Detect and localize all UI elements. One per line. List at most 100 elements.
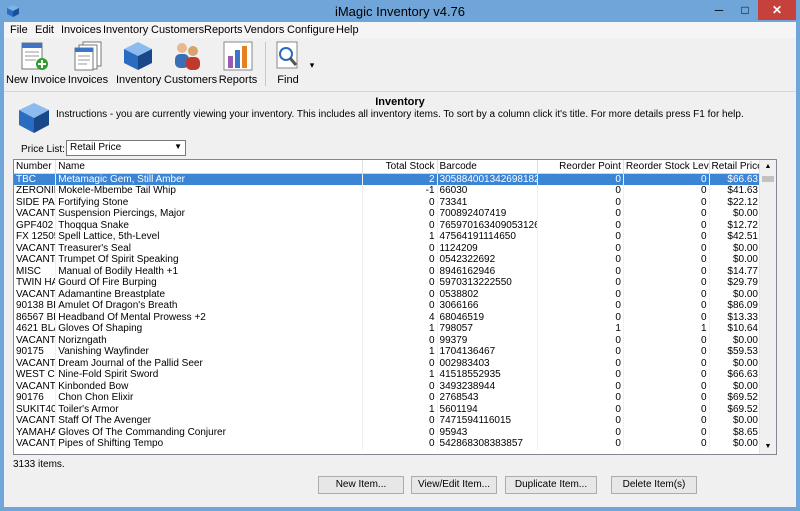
table-cell: VACANT bbox=[14, 254, 57, 266]
scroll-down-icon[interactable]: ▼ bbox=[760, 440, 776, 454]
table-row[interactable]: VACANT Kinbonded Bow 0 3493238944 0 0 $0.00 bbox=[14, 380, 762, 392]
table-cell: 0 bbox=[362, 208, 438, 220]
table-row[interactable]: VACANT Pipes of Shifting Tempo 0 5428683083… bbox=[14, 438, 762, 450]
table-cell: 0 bbox=[623, 231, 710, 243]
find-magnifier-icon bbox=[276, 41, 298, 69]
table-cell: 90138 BL bbox=[14, 300, 57, 312]
table-cell: 3058840013426981825 bbox=[437, 173, 539, 185]
column-barcode[interactable]: Barcode bbox=[437, 160, 539, 174]
table-cell: 0 bbox=[362, 357, 438, 369]
table-cell: 5601194 bbox=[437, 403, 539, 415]
item-count: 3133 items. bbox=[13, 459, 65, 470]
table-cell: 99379 bbox=[437, 334, 539, 346]
table-row[interactable]: 90175 Vanishing Wayfinder 1 1704136467 0 0 $59… bbox=[14, 346, 762, 358]
table-cell: GPF402 bbox=[14, 219, 57, 231]
table-row[interactable]: WEST CONine-Fold Spirit Sword14151855293… bbox=[14, 369, 762, 381]
reports-label: Reports bbox=[218, 74, 258, 86]
table-row[interactable]: SIDE PANFortifying Stone07334100$22.12 bbox=[14, 196, 762, 208]
close-button[interactable]: ✕ bbox=[758, 0, 796, 20]
find-dropdown-icon[interactable]: ▾ bbox=[306, 60, 318, 72]
menu-help[interactable]: Help bbox=[336, 24, 359, 36]
table-row[interactable]: TWIN HA Gourd Of Fire Burping 0 59703132225… bbox=[14, 277, 762, 289]
table-cell: 0 bbox=[623, 300, 710, 312]
table-row[interactable]: 4621 BLA Gloves Of Shaping 1 798057 1 1 $10.64 bbox=[14, 323, 762, 335]
table-cell: 0 bbox=[537, 208, 624, 220]
find-button[interactable]: Find bbox=[270, 40, 306, 90]
column-reorder-stock-level[interactable]: Reorder Stock Level bbox=[623, 160, 710, 174]
table-row[interactable]: YAMAHA Gloves Of The Commanding Conjurer 0… bbox=[14, 426, 762, 438]
table-cell: 0542322692 bbox=[437, 254, 539, 266]
menu-reports[interactable]: Reports bbox=[204, 24, 243, 36]
menu-customers[interactable]: Customers bbox=[151, 24, 204, 36]
table-cell: 2 bbox=[362, 173, 438, 185]
table-row[interactable]: ZERONINMokele-Mbembe Tail Whip-16603000$… bbox=[14, 185, 762, 197]
table-row[interactable]: VACANT Suspension Piercings, Major 0 700892… bbox=[14, 208, 762, 220]
inventory-button[interactable]: Inventory bbox=[116, 40, 161, 90]
table-row[interactable]: GPF402 Thoqqua Snake 0 765970163409053126 0 0… bbox=[14, 219, 762, 231]
table-cell: 0 bbox=[623, 265, 710, 277]
table-cell: VACANT bbox=[14, 334, 57, 346]
menu-edit[interactable]: Edit bbox=[35, 24, 54, 36]
scroll-thumb[interactable] bbox=[762, 176, 774, 182]
table-cell: Kinbonded Bow bbox=[55, 380, 363, 392]
window-title: iMagic Inventory v4.76 bbox=[334, 4, 466, 19]
table-row[interactable]: 90176 Chon Chon Elixir 0 2768543 0 0 $69.52 bbox=[14, 392, 762, 404]
price-list-select[interactable]: Retail Price ▼ bbox=[66, 140, 186, 156]
table-cell: 0 bbox=[537, 311, 624, 323]
column-total-stock[interactable]: Total Stock bbox=[362, 160, 438, 174]
table-row[interactable]: MISC Manual of Bodily Health +1 0 894616294… bbox=[14, 265, 762, 277]
table-cell: -1 bbox=[362, 185, 438, 197]
column-number[interactable]: Number bbox=[14, 160, 57, 174]
table-cell: 0 bbox=[623, 242, 710, 254]
maximize-button[interactable]: □ bbox=[732, 0, 758, 20]
table-row[interactable]: SUKIT407Toiler's Armor1560119400$69.52 bbox=[14, 403, 762, 415]
table-row[interactable]: 86567 BL Headband Of Mental Prowess +2 4 68… bbox=[14, 311, 762, 323]
delete-items-button[interactable]: Delete Item(s) bbox=[611, 476, 697, 494]
minimize-button[interactable]: ─ bbox=[706, 0, 732, 20]
table-row[interactable]: FX 12505 Spell Lattice, 5th-Level 1 4756419… bbox=[14, 231, 762, 243]
title-bar[interactable]: iMagic Inventory v4.76 ─ □ ✕ bbox=[0, 0, 800, 22]
table-row[interactable]: VACANT Trumpet Of Spirit Speaking 0 0542322… bbox=[14, 254, 762, 266]
view-edit-item-button[interactable]: View/Edit Item... bbox=[411, 476, 497, 494]
table-row[interactable]: 90138 BL Amulet Of Dragon's Breath 0 306616… bbox=[14, 300, 762, 312]
invoices-button[interactable]: Invoices bbox=[66, 40, 110, 90]
menu-inventory[interactable]: Inventory bbox=[103, 24, 148, 36]
table-cell: 0 bbox=[537, 231, 624, 243]
table-cell: 0 bbox=[362, 196, 438, 208]
column-reorder-point[interactable]: Reorder Point bbox=[537, 160, 624, 174]
table-cell: $0.00 bbox=[709, 415, 762, 427]
table-cell: $14.77 bbox=[709, 265, 762, 277]
price-list-value: Retail Price bbox=[70, 142, 122, 153]
table-cell: 0 bbox=[623, 277, 710, 289]
table-row[interactable]: TBC Metamagic Gem, Still Amber 2 3058840013… bbox=[14, 173, 762, 185]
table-cell: 0 bbox=[537, 196, 624, 208]
column-retail-price[interactable]: Retail Price bbox=[709, 160, 762, 174]
table-row[interactable]: VACANT Adamantine Breastplate 0 0538802 0 0 $0… bbox=[14, 288, 762, 300]
table-cell: $42.51 bbox=[709, 231, 762, 243]
reports-button[interactable]: Reports bbox=[216, 40, 260, 90]
table-cell: 0 bbox=[537, 403, 624, 415]
inventory-cube-icon bbox=[124, 42, 152, 70]
menu-vendors[interactable]: Vendors bbox=[244, 24, 284, 36]
vertical-scrollbar[interactable]: ▲ ▼ bbox=[759, 160, 776, 454]
table-row[interactable]: VACANT Dream Journal of the Pallid Seer 0 0… bbox=[14, 357, 762, 369]
table-cell: 0 bbox=[537, 185, 624, 197]
table-cell: $0.00 bbox=[709, 334, 762, 346]
table-row[interactable]: VACANT Norizngath 0 99379 0 0 $0.00 bbox=[14, 334, 762, 346]
table-row[interactable]: VACANT Staff Of The Avenger 0 7471594116015… bbox=[14, 415, 762, 427]
table-cell: 0 bbox=[623, 438, 710, 450]
table-cell: 0 bbox=[537, 219, 624, 231]
customers-button[interactable]: Customers bbox=[164, 40, 217, 90]
scroll-up-icon[interactable]: ▲ bbox=[760, 160, 776, 174]
new-invoice-button[interactable]: New Invoice bbox=[6, 40, 66, 90]
table-cell: 5970313222550 bbox=[437, 277, 539, 289]
table-cell: Nine-Fold Spirit Sword bbox=[55, 369, 363, 381]
table-cell: 0 bbox=[537, 346, 624, 358]
column-name[interactable]: Name bbox=[55, 160, 363, 174]
menu-configure[interactable]: Configure bbox=[287, 24, 335, 36]
menu-invoices[interactable]: Invoices bbox=[61, 24, 101, 36]
new-item-button[interactable]: New Item... bbox=[318, 476, 404, 494]
table-row[interactable]: VACANT Treasurer's Seal 0 1124209 0 0 $0.00 bbox=[14, 242, 762, 254]
duplicate-item-button[interactable]: Duplicate Item... bbox=[505, 476, 597, 494]
menu-file[interactable]: File bbox=[10, 24, 28, 36]
